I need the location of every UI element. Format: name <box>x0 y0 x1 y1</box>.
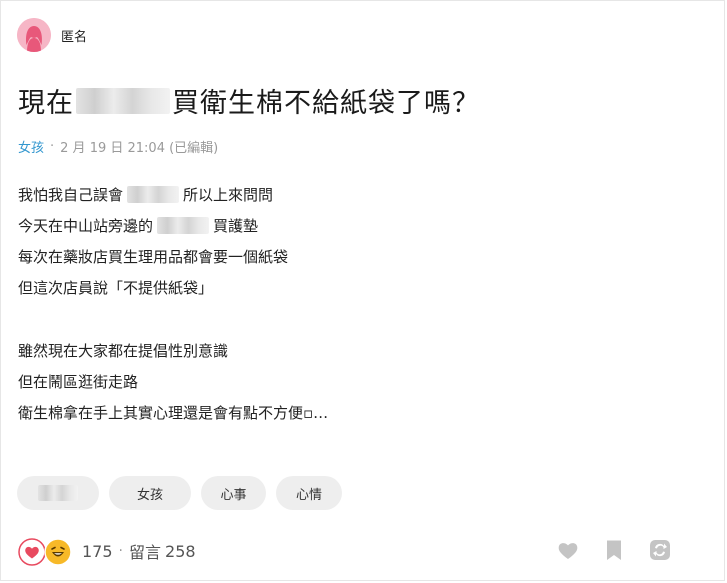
post-content: 我怕我自己誤會 所以上來問問 今天在中山站旁邊的 買護墊 每次在藥妝店買生理用品… <box>18 179 328 428</box>
reaction-icons[interactable] <box>18 536 74 566</box>
board-link[interactable]: 女孩 <box>18 137 44 156</box>
reaction-bar: 175 · 留言 258 <box>18 535 196 567</box>
censored-text <box>157 217 210 234</box>
content-text: 我怕我自己誤會 <box>18 185 124 204</box>
laugh-icon[interactable] <box>44 538 72 566</box>
tag-list: 女孩 心事 心情 <box>17 476 342 510</box>
tag-item[interactable]: 心情 <box>276 476 342 510</box>
heart-icon[interactable] <box>18 538 46 566</box>
content-text: 所以上來問問 <box>183 185 274 204</box>
comment-label[interactable]: 留言 <box>129 539 161 563</box>
author-row[interactable]: 匿名 <box>17 18 87 52</box>
meta-separator-dot: · <box>50 139 55 154</box>
censored-text <box>127 186 180 203</box>
reaction-count: 175 <box>82 541 113 561</box>
content-line: 我怕我自己誤會 所以上來問問 <box>18 179 328 210</box>
post-card: 匿名 現在 買衛生棉不給紙袋了嗎？ 女孩 · 2 月 19 日 21:04 (已… <box>0 0 725 581</box>
post-date: 2 月 19 日 21:04 (已編輯) <box>60 141 219 156</box>
share-icon[interactable] <box>648 538 672 562</box>
content-line: 衛生棉拿在手上其實心理還是會有點不方便▫… <box>18 403 329 422</box>
censored-tag-text <box>38 485 78 501</box>
tag-item[interactable]: 心事 <box>201 476 266 510</box>
content-line: 但在鬧區逛街走路 <box>18 372 139 391</box>
title-text-before: 現在 <box>18 88 74 119</box>
tag-censored[interactable] <box>17 476 99 510</box>
author-name[interactable]: 匿名 <box>61 26 87 45</box>
post-meta: 女孩 · 2 月 19 日 21:04 (已編輯) <box>18 137 218 156</box>
content-line: 每次在藥妝店買生理用品都會要一個紙袋 <box>18 247 289 266</box>
content-line: 今天在中山站旁邊的 買護墊 <box>18 210 328 241</box>
content-text: 買護墊 <box>213 216 259 235</box>
content-text: 今天在中山站旁邊的 <box>18 216 154 235</box>
stats-separator: · <box>118 543 123 559</box>
censored-store-name <box>76 87 170 114</box>
bookmark-icon[interactable] <box>602 538 626 562</box>
tag-item[interactable]: 女孩 <box>109 476 191 510</box>
content-line: 但這次店員說「不提供紙袋」 <box>18 278 214 297</box>
content-line: 雖然現在大家都在提倡性別意識 <box>18 341 229 360</box>
comment-count[interactable]: 258 <box>165 542 196 561</box>
post-actions <box>556 538 672 562</box>
post-title: 現在 買衛生棉不給紙袋了嗎？ <box>18 81 480 120</box>
female-avatar-icon[interactable] <box>17 18 51 52</box>
title-text-after: 買衛生棉不給紙袋了嗎？ <box>172 88 480 119</box>
like-heart-icon[interactable] <box>556 538 580 562</box>
